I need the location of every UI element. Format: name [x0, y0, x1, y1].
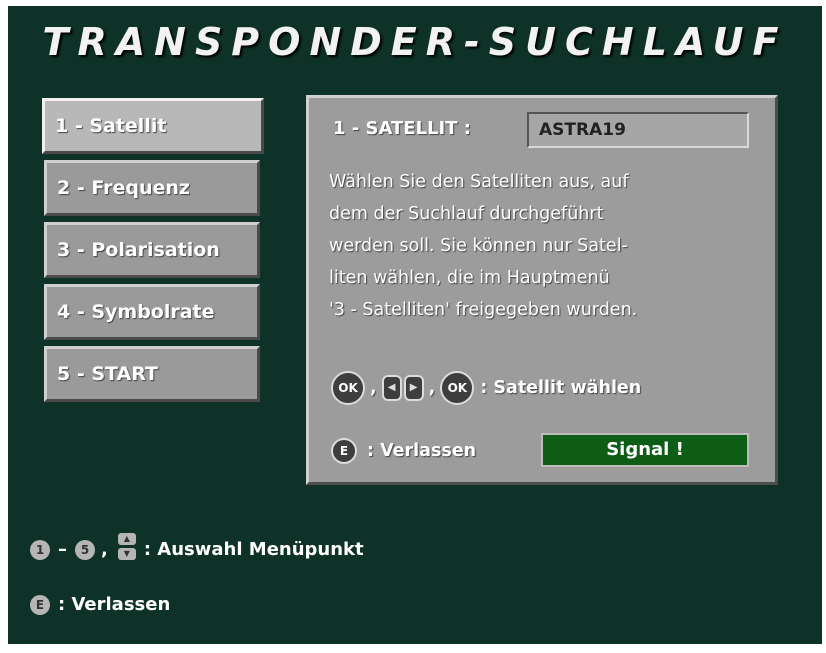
arrow-left-icon: ◀: [381, 375, 402, 401]
menu-item-satellit[interactable]: 1 - Satellit: [42, 98, 264, 154]
exit-key-icon: E: [30, 594, 50, 615]
separator: ,: [428, 378, 436, 398]
footer-exit-text: : Verlassen: [58, 594, 171, 615]
ok-key-icon: OK: [331, 371, 365, 405]
description-line: dem der Suchlauf durchgeführt: [329, 204, 604, 224]
page-title: TRANSPONDER-SUCHLAUF: [42, 20, 788, 64]
range-dash: –: [58, 539, 67, 560]
separator: ,: [101, 539, 108, 560]
menu-item-symbolrate[interactable]: 4 - Symbolrate: [44, 284, 260, 340]
help-select-satellite: OK , ◀ ▶ , OK : Satellit wählen: [331, 370, 641, 406]
panel-exit-hint: E : Verlassen: [331, 438, 476, 464]
satellite-value-field[interactable]: ASTRA19: [527, 112, 749, 148]
menu-item-frequenz[interactable]: 2 - Frequenz: [44, 160, 260, 216]
description-line: werden soll. Sie können nur Satel-: [329, 236, 628, 256]
left-right-keys: ◀ ▶: [381, 375, 424, 401]
exit-hint-text: : Verlassen: [367, 441, 477, 461]
satellite-label: 1 - SATELLIT :: [333, 118, 471, 139]
tv-screen: TRANSPONDER-SUCHLAUF 1 - Satellit 2 - Fr…: [8, 6, 822, 644]
description-line: liten wählen, die im Hauptmenü: [329, 268, 610, 288]
menu-item-polarisation[interactable]: 3 - Polarisation: [44, 222, 260, 278]
info-panel: 1 - SATELLIT : ASTRA19 Wählen Sie den Sa…: [306, 95, 778, 485]
key-1-icon: 1: [30, 540, 50, 560]
menu-item-start[interactable]: 5 - START: [44, 346, 260, 402]
signal-indicator: Signal !: [541, 433, 749, 467]
footer-select-hint: 1 – 5 , ▲ ▼ : Auswahl Menüpunkt: [30, 520, 364, 560]
up-down-keys: ▲ ▼: [117, 533, 136, 560]
description-text: Wählen Sie den Satelliten aus, auf dem d…: [329, 166, 769, 326]
footer-select-text: : Auswahl Menüpunkt: [143, 539, 364, 560]
arrow-down-icon: ▼: [117, 548, 136, 560]
key-5-icon: 5: [75, 540, 95, 560]
footer-exit-hint: E : Verlassen: [30, 594, 170, 615]
separator: ,: [370, 378, 377, 398]
description-line: Wählen Sie den Satelliten aus, auf: [329, 172, 629, 192]
arrow-up-icon: ▲: [117, 533, 136, 545]
help-text: : Satellit wählen: [480, 378, 642, 398]
description-line: '3 - Satelliten' freigegeben wurden.: [329, 300, 638, 320]
exit-key-icon: E: [331, 438, 357, 464]
ok-key-icon: OK: [440, 371, 475, 405]
arrow-right-icon: ▶: [403, 375, 424, 401]
